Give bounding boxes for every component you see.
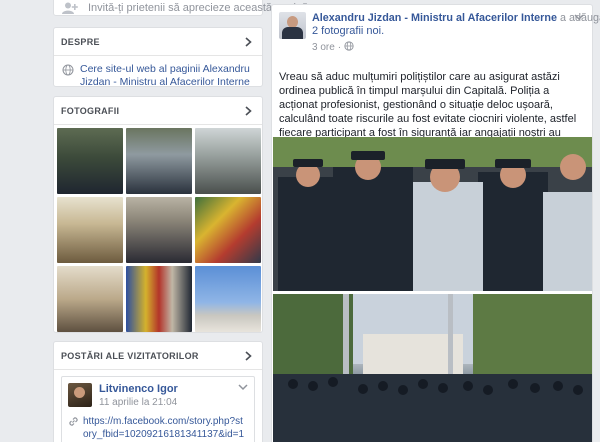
photo-thumbnail[interactable] — [126, 197, 192, 263]
photo-thumbnail[interactable] — [195, 197, 261, 263]
photos-card: FOTOGRAFII — [53, 96, 263, 333]
photos-header[interactable]: FOTOGRAFII — [54, 97, 262, 125]
caret-down-icon[interactable] — [238, 382, 248, 394]
invite-friends-row[interactable]: Invită-ți prietenii să aprecieze această… — [54, 0, 308, 19]
visitor-post-author[interactable]: Litvinenco Igor — [99, 383, 178, 395]
visitor-posts-title: POSTĂRI ALE VIZITATORILOR — [61, 350, 199, 361]
photo-grid — [54, 125, 262, 332]
visitor-post-date[interactable]: 11 aprilie la 21:04 — [99, 397, 178, 408]
visitor-posts-card: POSTĂRI ALE VIZITATORILOR Litvinenco Igo… — [53, 341, 263, 442]
caret-down-icon[interactable] — [574, 12, 584, 24]
page-post: Alexandru Jizdan - Ministru al Afacerilo… — [271, 4, 600, 442]
post-time[interactable]: 3 ore — [312, 42, 335, 53]
visitor-posts-header[interactable]: POSTĂRI ALE VIZITATORILOR — [54, 342, 262, 370]
post-photo[interactable] — [273, 137, 592, 291]
photo-thumbnail[interactable] — [195, 266, 261, 332]
photos-title: FOTOGRAFII — [61, 105, 120, 116]
add-friend-icon — [62, 2, 78, 14]
post-author[interactable]: Alexandru Jizdan - Ministru al Afacerilo… — [312, 12, 557, 24]
photo-thumbnail[interactable] — [126, 266, 192, 332]
post-photo[interactable] — [273, 294, 592, 442]
about-header[interactable]: DESPRE — [54, 28, 262, 56]
avatar[interactable] — [279, 12, 306, 39]
visitor-post: Litvinenco Igor 11 aprilie la 21:04 http… — [61, 376, 255, 442]
globe-icon — [62, 64, 74, 76]
avatar[interactable] — [68, 383, 92, 407]
about-title: DESPRE — [61, 36, 100, 47]
visitor-post-link[interactable]: https://m.facebook.com/story.php?story_f… — [83, 415, 248, 442]
link-icon — [68, 416, 79, 427]
invite-card: Invită-ți prietenii să aprecieze această… — [53, 0, 308, 19]
photo-thumbnail[interactable] — [195, 128, 261, 194]
request-website-link[interactable]: Cere site-ul web al paginii Alexandru Ji… — [80, 63, 254, 89]
photo-thumbnail[interactable] — [57, 197, 123, 263]
chevron-right-icon[interactable] — [242, 36, 254, 48]
post-action-photos[interactable]: 2 fotografii noi. — [312, 25, 384, 37]
photo-thumbnail[interactable] — [57, 128, 123, 194]
globe-audience-icon[interactable] — [344, 41, 354, 54]
chevron-right-icon[interactable] — [242, 350, 254, 362]
about-card: DESPRE Cere site-ul web al paginii Alexa… — [53, 27, 263, 89]
photo-thumbnail[interactable] — [57, 266, 123, 332]
chevron-right-icon[interactable] — [242, 105, 254, 117]
photo-thumbnail[interactable] — [126, 128, 192, 194]
